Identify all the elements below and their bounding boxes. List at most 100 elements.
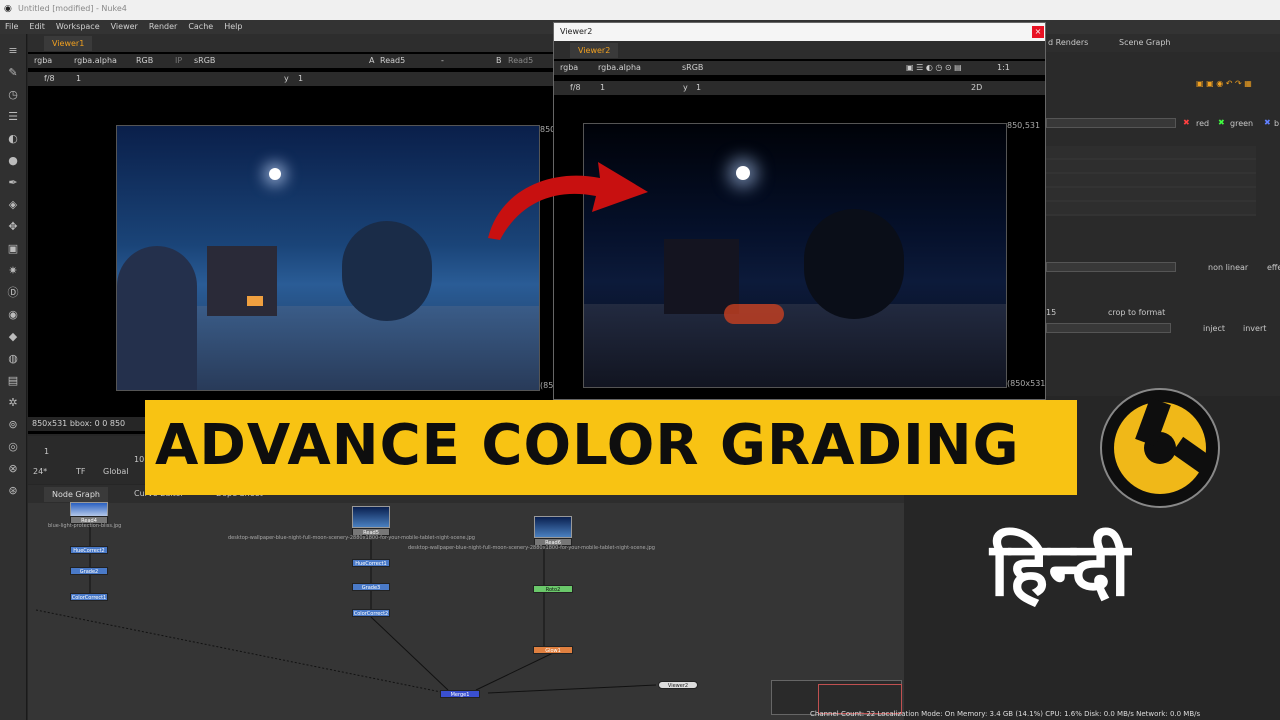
rgb-select[interactable]: RGB — [136, 54, 153, 68]
menu-icon[interactable]: ≡ — [6, 44, 20, 58]
node-huecorrect1[interactable]: HueCorrect1 — [352, 559, 390, 567]
properties-toolbar: ▣ ▣ ◉ ↶ ↷ ▦ — [1196, 79, 1280, 93]
read6-thumbnail[interactable] — [534, 516, 572, 538]
curves-rows[interactable] — [1046, 146, 1256, 216]
a-label: A — [369, 56, 375, 65]
read5-thumbnail[interactable] — [352, 506, 390, 528]
brush-icon[interactable]: ✎ — [6, 66, 20, 80]
node-colorcorrect1[interactable]: ColorCorrect1 — [70, 593, 108, 601]
node-grade3[interactable]: Grade3 — [352, 583, 390, 591]
channel-icon[interactable]: ◐ — [6, 132, 20, 146]
cabin-window — [247, 296, 263, 306]
close-icon[interactable]: × — [1032, 26, 1044, 38]
menu-render[interactable]: Render — [149, 20, 177, 34]
node-roto2[interactable]: Roto2 — [533, 585, 573, 593]
tab-scene-graph[interactable]: Scene Graph — [1119, 38, 1170, 47]
b-input-select[interactable]: Read5 — [508, 54, 533, 68]
viewer-tools-icon[interactable]: ▣ ☰ ◐ ◷ ⊙ ▤ — [906, 61, 962, 75]
node-viewer2[interactable]: Viewer2 — [658, 681, 698, 689]
pen-icon[interactable]: ✒ — [6, 176, 20, 190]
meta-icon[interactable]: ◍ — [6, 352, 20, 366]
output-select[interactable] — [1046, 323, 1171, 333]
fstop-value[interactable]: f/8 — [44, 72, 55, 86]
frame-value[interactable]: 1 — [76, 72, 81, 86]
tab-viewer2[interactable]: Viewer2 — [570, 43, 619, 58]
list-icon[interactable]: ☰ — [6, 110, 20, 124]
arrow-icon — [488, 162, 648, 240]
lut-select[interactable]: sRGB — [194, 54, 215, 68]
y-value[interactable]: 1 — [298, 72, 303, 86]
tab-renders[interactable]: d Renders — [1048, 38, 1088, 47]
power-icon[interactable]: ◎ — [6, 440, 20, 454]
alpha-select[interactable]: rgba.alpha — [74, 54, 117, 68]
node-huecorrect2[interactable]: HueCorrect2 — [70, 546, 108, 554]
left-toolbar: ≡ ✎ ◷ ☰ ◐ ● ✒ ◈ ✥ ▣ ✷ Ⓓ ◉ ◆ ◍ ▤ ✲ ⊚ ◎ ⊗ … — [0, 34, 27, 720]
cabin — [664, 239, 739, 314]
menu-edit[interactable]: Edit — [29, 20, 45, 34]
a-input-select[interactable]: Read5 — [380, 54, 405, 68]
viewer2-titlebar: Viewer2 × — [554, 23, 1045, 41]
properties-panel: d Renders Scene Graph ▣ ▣ ◉ ↶ ↷ ▦ ✖ red … — [1046, 34, 1280, 396]
tf-select[interactable]: TF — [76, 467, 86, 476]
node-glow1[interactable]: Glow1 — [533, 646, 573, 654]
read5-filename: desktop-wallpaper-blue-night-full-moon-s… — [228, 535, 475, 541]
tab-viewer1[interactable]: Viewer1 — [44, 36, 93, 51]
ip-button[interactable]: IP — [175, 54, 182, 68]
mode-select[interactable]: 2D — [971, 81, 982, 95]
properties-tabbar: d Renders Scene Graph — [1046, 34, 1280, 52]
scope-select[interactable]: Global — [103, 467, 129, 476]
node-colorcorrect2[interactable]: ColorCorrect2 — [352, 609, 390, 617]
lut-select[interactable]: sRGB — [682, 61, 703, 75]
fstop-value[interactable]: f/8 — [570, 81, 581, 95]
node-merge1[interactable]: Merge1 — [440, 690, 480, 698]
channels-select[interactable]: rgba — [560, 61, 578, 75]
bushes — [117, 246, 197, 390]
toolsets-icon[interactable]: ⊗ — [6, 462, 20, 476]
node-grade2[interactable]: Grade2 — [70, 567, 108, 575]
other-icon[interactable]: ⊛ — [6, 484, 20, 498]
channels-select[interactable]: rgba — [34, 54, 52, 68]
menu-cache[interactable]: Cache — [188, 20, 213, 34]
channel-red: red — [1196, 119, 1210, 128]
blue-check-icon[interactable]: ✖ — [1264, 118, 1271, 127]
red-check-icon[interactable]: ✖ — [1183, 118, 1190, 127]
cube-icon[interactable]: ▣ — [6, 242, 20, 256]
circle-icon[interactable]: ● — [6, 154, 20, 168]
toolbar-icons[interactable]: ▣ ▣ ◉ ↶ ↷ ▦ — [1196, 79, 1252, 88]
menu-workspace[interactable]: Workspace — [56, 20, 100, 34]
channel-select[interactable] — [1046, 118, 1176, 128]
zoom-select[interactable]: 1:1 — [997, 61, 1010, 75]
menu-help[interactable]: Help — [224, 20, 242, 34]
clock-icon[interactable]: ◷ — [6, 88, 20, 102]
eye-icon[interactable]: ◉ — [6, 308, 20, 322]
format-top-label: 850,531 — [1007, 121, 1041, 130]
deep-icon[interactable]: Ⓓ — [6, 286, 20, 300]
filter-select[interactable] — [1046, 262, 1176, 272]
y-value[interactable]: 1 — [696, 81, 701, 95]
particles-icon[interactable]: ✷ — [6, 264, 20, 278]
tag-icon[interactable]: ◆ — [6, 330, 20, 344]
menu-viewer[interactable]: Viewer — [111, 20, 138, 34]
nuke-logo-icon — [1100, 388, 1220, 508]
wipe-select[interactable]: - — [441, 54, 444, 68]
window-title: Untitled [modified] - Nuke4 — [18, 4, 127, 13]
inject-label: inject — [1203, 324, 1225, 333]
y-label: y — [284, 74, 289, 83]
viewer1-tabbar: Viewer1 — [28, 34, 553, 52]
fps-select[interactable]: 24* — [33, 467, 47, 476]
nodes-icon[interactable]: ⊚ — [6, 418, 20, 432]
frame-value[interactable]: 1 — [600, 81, 605, 95]
green-check-icon[interactable]: ✖ — [1218, 118, 1225, 127]
title-bar: ◉ Untitled [modified] - Nuke4 — [0, 0, 1280, 20]
gear-icon[interactable]: ✲ — [6, 396, 20, 410]
move-icon[interactable]: ✥ — [6, 220, 20, 234]
title-banner: ADVANCE COLOR GRADING — [145, 400, 1077, 495]
crop-value[interactable]: 15 — [1046, 308, 1056, 317]
nuke-app-icon: ◉ — [4, 4, 12, 14]
menu-file[interactable]: File — [5, 20, 18, 34]
alpha-select[interactable]: rgba.alpha — [598, 61, 641, 75]
film-icon[interactable]: ▤ — [6, 374, 20, 388]
layers-icon[interactable]: ◈ — [6, 198, 20, 212]
crop-to-format-label: crop to format — [1108, 308, 1166, 317]
invert-label: invert — [1243, 324, 1267, 333]
